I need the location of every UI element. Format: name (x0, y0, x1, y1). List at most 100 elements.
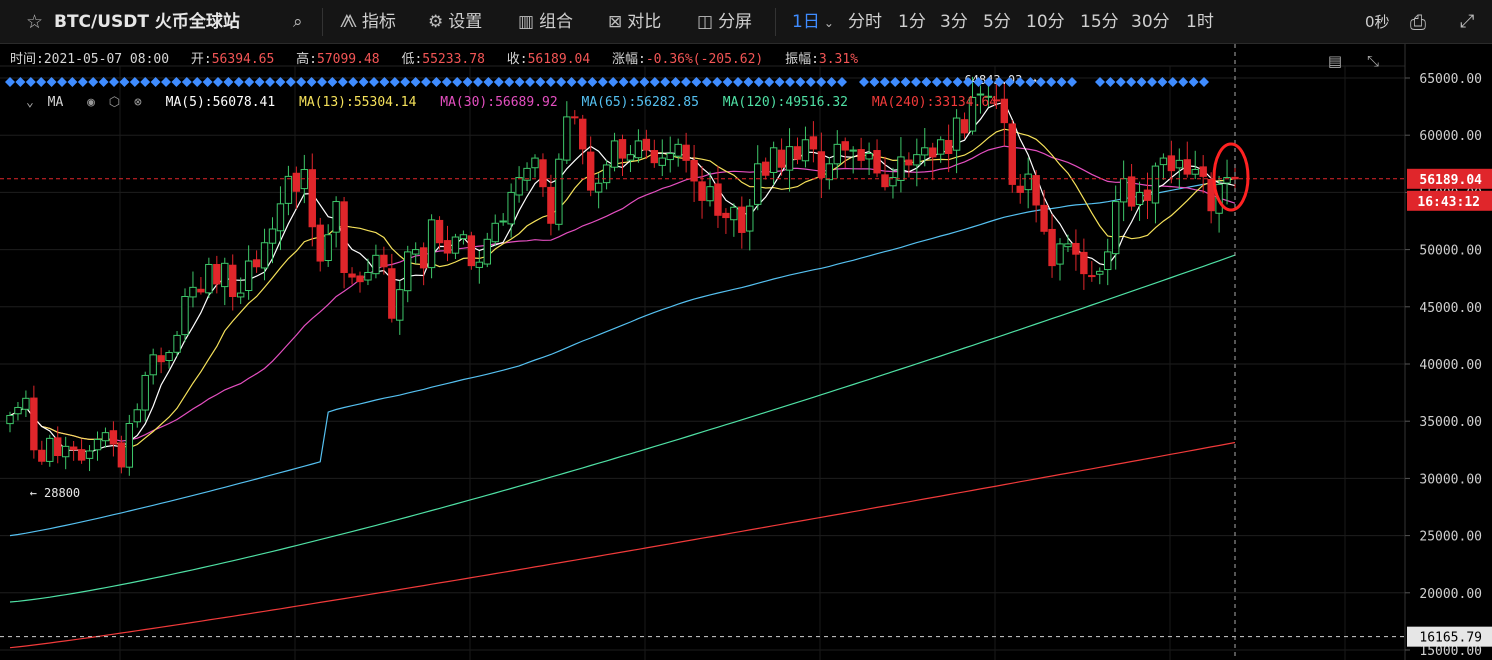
ma-lines (9, 101, 1236, 649)
candle-body (1183, 159, 1191, 175)
candle-body (682, 144, 690, 161)
candle-body (149, 354, 157, 376)
candle-body (921, 147, 929, 156)
ma30-legend: MA(30):56689.92 (440, 95, 558, 110)
candle-body (936, 139, 945, 155)
candle-body (1151, 165, 1160, 204)
candle-body (483, 238, 491, 265)
candle-body (197, 288, 205, 293)
close-icon[interactable]: ⊗ (134, 95, 142, 110)
y-tick-label: 30000.00 (1419, 472, 1482, 487)
candle-body (761, 161, 770, 176)
candle-body (1024, 173, 1032, 191)
candle-body (1199, 166, 1207, 177)
candle-body (539, 159, 547, 188)
candle-body (467, 235, 476, 267)
candle-body (364, 271, 372, 281)
candle-body (1056, 243, 1064, 265)
y-tick-label: 35000.00 (1419, 415, 1482, 430)
candle-body (515, 177, 523, 196)
candle-body (324, 234, 332, 261)
candle-body (857, 149, 865, 161)
candle-body (952, 117, 961, 151)
candle-body (292, 172, 301, 192)
candle-body (746, 205, 754, 232)
candle-body (308, 169, 316, 228)
candle-body (618, 139, 627, 159)
candle-body (674, 143, 682, 157)
candle-body (1119, 178, 1128, 203)
candle-body (1175, 159, 1184, 169)
low-marker-label: 16165.79 (1419, 631, 1482, 646)
candle-body (125, 422, 134, 468)
candle-body (1111, 201, 1120, 255)
candle-body (451, 236, 460, 254)
candle-body (77, 449, 86, 461)
candle-body (897, 156, 905, 181)
eye-icon[interactable]: ◉ (87, 95, 95, 110)
candle-body (348, 273, 356, 278)
candle-body (427, 219, 436, 269)
candle-body (316, 224, 324, 262)
price-axis[interactable]: 65000.0060000.0055000.0050000.0045000.00… (1404, 44, 1492, 660)
ma-legend-title: MA (47, 95, 64, 110)
ma5-legend: MA(5):56078.41 (165, 95, 276, 110)
candle-body (6, 414, 14, 425)
candle-body (849, 149, 857, 152)
candle-body (602, 164, 611, 184)
candle-body (1096, 270, 1104, 275)
candle-body (944, 139, 953, 155)
candle-body (881, 174, 889, 188)
candle-body (865, 153, 873, 160)
candle-body (22, 397, 30, 410)
candle-body (38, 449, 46, 462)
candle-body (30, 397, 38, 451)
ma-legend: ⌄ MA ◉ ⬡ ⊗ MA(5):56078.41 MA(13):55304.1… (26, 95, 1013, 110)
candle-body (101, 432, 110, 442)
candle-body (284, 175, 293, 204)
candle-body (594, 182, 603, 193)
candle-body (698, 181, 706, 201)
candle-body (586, 151, 595, 191)
candle-body (833, 143, 841, 165)
candle-body (642, 138, 651, 151)
candle-body (929, 147, 937, 158)
settings-hex-icon[interactable]: ⬡ (109, 95, 120, 110)
candle-body (54, 437, 62, 457)
candle-body (730, 206, 738, 221)
collapse-icon[interactable]: ⌄ (26, 95, 34, 110)
countdown-tag-label: 16:43:12 (1417, 195, 1480, 210)
chart-overlay: ← 2880064843.03 → (0, 44, 1405, 660)
y-tick-label: 20000.00 (1419, 587, 1482, 602)
y-tick-label: 45000.00 (1419, 301, 1482, 316)
candle-body (499, 220, 507, 223)
y-tick-label: 50000.00 (1419, 244, 1482, 259)
candle-body (913, 154, 921, 166)
candle-body (960, 119, 969, 134)
candle-body (411, 249, 420, 255)
candle-body (165, 352, 173, 362)
candle-body (650, 150, 659, 164)
expand-icon[interactable]: ⤡ (1362, 50, 1384, 72)
candle-body (793, 146, 802, 160)
candle-body (268, 228, 277, 244)
candle-body (809, 136, 818, 150)
candle-body (777, 149, 786, 168)
candle-body (133, 409, 141, 423)
candle-body (1032, 175, 1040, 206)
candle-body (356, 275, 364, 283)
candle-body (109, 430, 118, 445)
candle-body (229, 264, 237, 298)
candle-body (1016, 185, 1024, 193)
candle-body (706, 186, 714, 202)
candle-body (817, 151, 826, 179)
candle-body (213, 263, 221, 285)
candle-body (722, 212, 730, 219)
candle-body (626, 154, 635, 161)
candle-body (69, 446, 78, 451)
candle-body (1135, 191, 1144, 205)
candle-body (475, 261, 484, 268)
candle-body (905, 159, 913, 166)
calendar-icon[interactable]: ▤ (1324, 50, 1346, 72)
candle-body (61, 445, 70, 458)
